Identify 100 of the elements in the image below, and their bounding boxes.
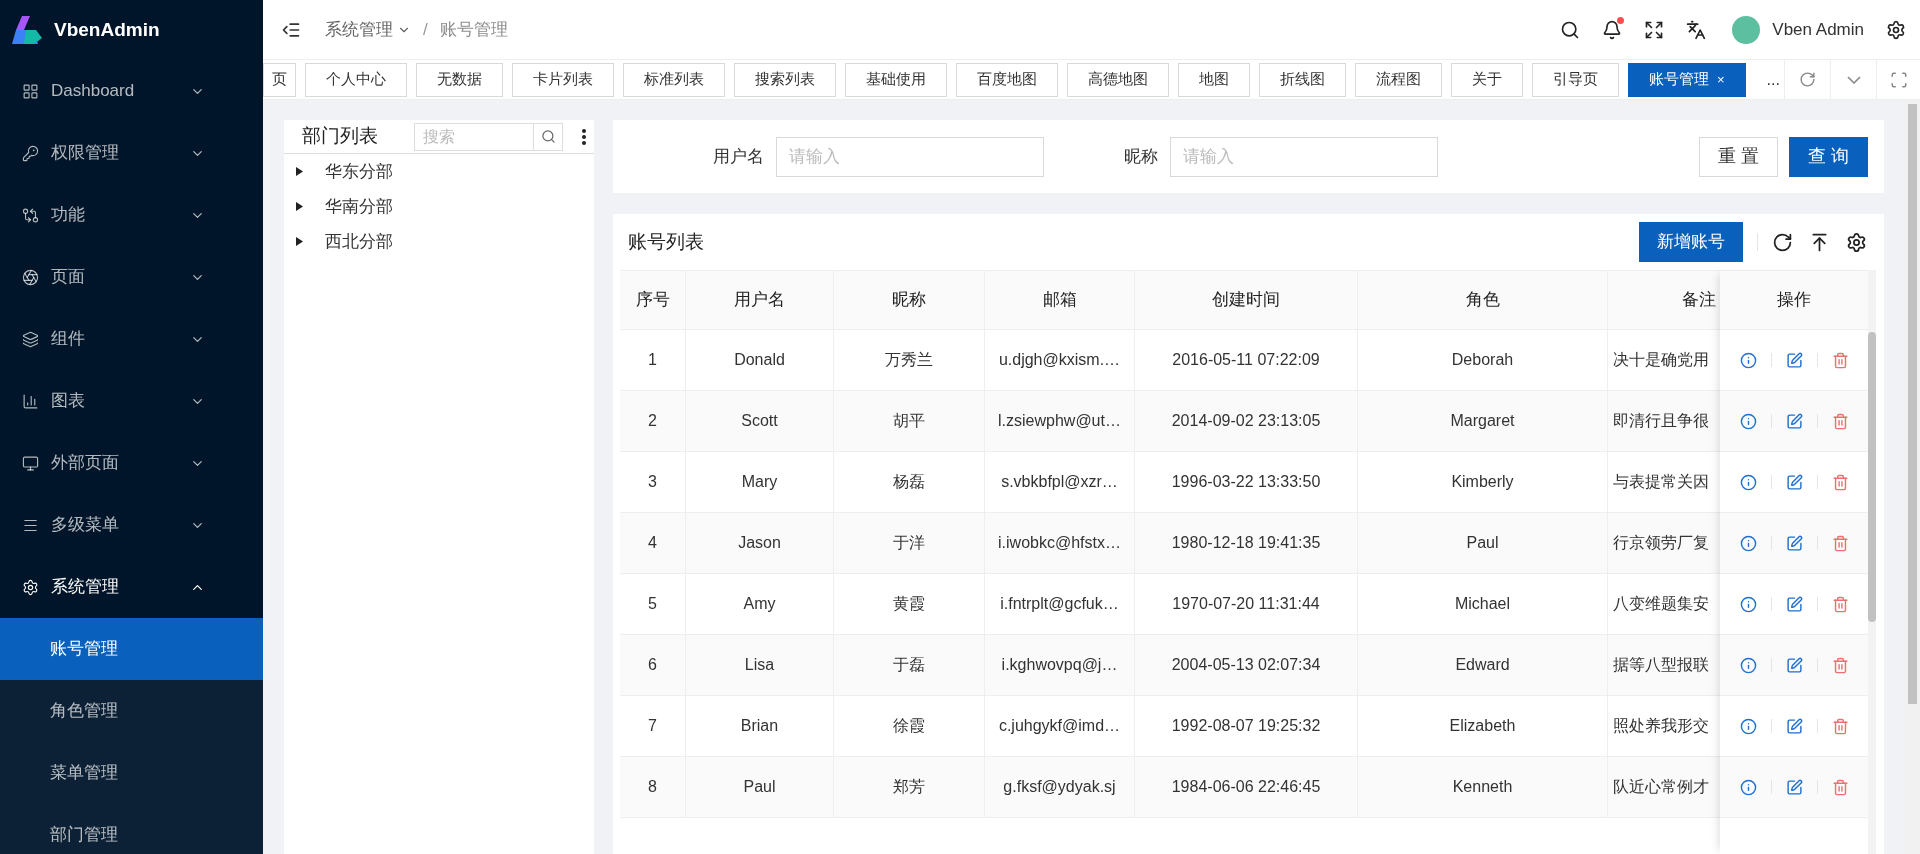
page-tab[interactable]: 折线图 (1259, 62, 1346, 97)
table-cell: i.kghwovpq@j… (985, 635, 1135, 695)
edit-button[interactable] (1785, 351, 1803, 369)
edit-button[interactable] (1785, 412, 1803, 430)
edit-button[interactable] (1785, 656, 1803, 674)
page-tab[interactable]: 百度地图 (956, 62, 1058, 97)
page-tab[interactable]: 卡片列表 (512, 62, 614, 97)
sidebar-menu-item[interactable]: 组件 (0, 308, 263, 370)
breadcrumb-link[interactable]: 系统管理 (325, 16, 411, 43)
info-button[interactable] (1739, 778, 1757, 796)
table-cell: Scott (686, 391, 834, 451)
refresh-button[interactable] (1772, 231, 1793, 253)
search-field[interactable]: 搜索 (414, 122, 534, 151)
sidebar-menu-item[interactable]: 页面 (0, 246, 263, 308)
table-cell: 7 (620, 696, 686, 756)
breadcrumb-link[interactable]: 账号管理 (439, 16, 508, 43)
info-button[interactable] (1739, 473, 1757, 491)
table-cell: 1 (620, 330, 686, 390)
table-cell: Amy (686, 574, 834, 634)
page-tab[interactable]: 标准列表 (623, 62, 725, 97)
field-label: 用户名 (713, 145, 764, 168)
user-menu[interactable]: Vben Admin (1732, 15, 1864, 44)
reset-button[interactable]: 重 置 (1698, 136, 1778, 177)
chevron-icon (1846, 75, 1861, 84)
edit-button[interactable] (1785, 473, 1803, 491)
table-title: 账号列表 (628, 229, 704, 254)
table-cell: Edward (1358, 635, 1608, 695)
table-cell-text: 即清行且争很 (1612, 411, 1710, 431)
page-tab[interactable]: 账号管理 × (1628, 62, 1746, 97)
sidebar-submenu-item[interactable]: 角色管理 (0, 680, 263, 742)
page-tab[interactable]: 基础使用 (845, 62, 947, 97)
sidebar-submenu-item[interactable]: 菜单管理 (0, 742, 263, 804)
table-cell: 于磊 (834, 635, 985, 695)
sidebar-menu-item[interactable]: 图表 (0, 370, 263, 432)
scrollbar[interactable] (1908, 104, 1917, 704)
input-field[interactable]: 请输入 (1170, 136, 1438, 177)
info-button[interactable] (1739, 412, 1757, 430)
tab-close-button[interactable]: × (1717, 69, 1725, 90)
sidebar-menu-item[interactable]: Dashboard (0, 60, 263, 122)
sidebar-menu-item[interactable]: 多级菜单 (0, 494, 263, 556)
sidebar-menu-item[interactable]: 权限管理 (0, 122, 263, 184)
delete-button[interactable] (1831, 595, 1849, 613)
info-button[interactable] (1739, 595, 1757, 613)
table-cell: 1980-12-18 19:41:35 (1135, 513, 1358, 573)
delete-button[interactable] (1831, 412, 1849, 430)
edit-button[interactable] (1785, 595, 1803, 613)
search-button[interactable] (1560, 19, 1581, 40)
sidebar-menu-item[interactable]: 外部页面 (0, 432, 263, 494)
tree-node[interactable]: 华东分部 (284, 154, 594, 189)
table-cell: 1996-03-22 13:33:50 (1135, 452, 1358, 512)
edit-button[interactable] (1785, 717, 1803, 735)
info-button[interactable] (1739, 534, 1757, 552)
notification-button[interactable] (1602, 19, 1623, 40)
add-account-button[interactable]: 新增账号 (1639, 222, 1743, 262)
search-button[interactable]: 查 询 (1789, 136, 1868, 177)
page-tab[interactable]: 流程图 (1355, 62, 1442, 97)
sidebar-submenu-item[interactable]: 部门管理 (0, 804, 263, 854)
page-tab[interactable]: 个人中心 (305, 62, 407, 97)
sidebar-menu-item[interactable]: 系统管理 (0, 556, 263, 618)
input-field[interactable]: 请输入 (776, 136, 1044, 177)
delete-button[interactable] (1831, 473, 1849, 491)
fullscreen-icon (1889, 70, 1908, 89)
edit-button[interactable] (1785, 534, 1803, 552)
delete-button[interactable] (1831, 778, 1849, 796)
more-icon[interactable] (582, 128, 586, 145)
tree-node[interactable]: 西北分部 (284, 224, 594, 259)
sidebar-submenu-item[interactable]: 账号管理 (0, 618, 263, 680)
scrollbar[interactable] (1868, 332, 1876, 622)
page-tab[interactable]: 高德地图 (1067, 62, 1169, 97)
info-button[interactable] (1739, 656, 1757, 674)
delete-button[interactable] (1831, 656, 1849, 674)
language-button[interactable] (1686, 19, 1707, 40)
delete-button[interactable] (1831, 717, 1849, 735)
edit-button[interactable] (1785, 778, 1803, 796)
page-tab[interactable]: 无数据 (416, 62, 503, 97)
sidebar-menu-item[interactable]: 功能 (0, 184, 263, 246)
table-cell: 1992-08-07 19:25:32 (1135, 696, 1358, 756)
table-cell-text: 队近心常例才 (1612, 777, 1710, 797)
table-cell: g.fksf@ydyak.sj (985, 757, 1135, 817)
delete-button[interactable] (1831, 351, 1849, 369)
page-tab[interactable]: 搜索列表 (734, 62, 836, 97)
fullscreen-button[interactable] (1644, 19, 1665, 40)
table-cell: 黄霞 (834, 574, 985, 634)
page-tab[interactable]: 地图 (1178, 62, 1250, 97)
page-tab[interactable]: 关于 (1451, 62, 1523, 97)
page-tab[interactable]: 引导页 (1532, 62, 1619, 97)
column-header: 操作 (1720, 270, 1868, 330)
table-cell: Jason (686, 513, 834, 573)
tree-node[interactable]: 华南分部 (284, 189, 594, 224)
info-button[interactable] (1739, 351, 1757, 369)
settings-button[interactable] (1846, 231, 1867, 253)
more-tabs-button[interactable]: ... (1754, 67, 1784, 92)
info-button[interactable] (1739, 717, 1757, 735)
column-header: 创建时间 (1135, 271, 1358, 329)
table-cell: 1984-06-06 22:46:45 (1135, 757, 1358, 817)
table-cell: 杨磊 (834, 452, 985, 512)
table-cell: i.fntrplt@gcfuk… (985, 574, 1135, 634)
page-tab[interactable]: 页 (263, 62, 296, 97)
delete-button[interactable] (1831, 534, 1849, 552)
settings-button[interactable] (1886, 19, 1906, 40)
